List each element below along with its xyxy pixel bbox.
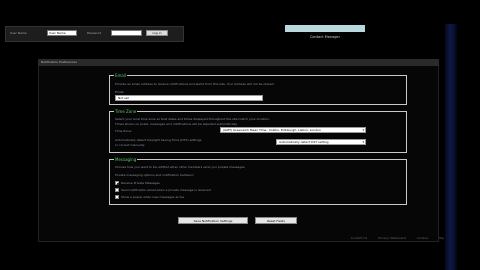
chevron-down-icon: ▾: [362, 128, 364, 132]
chevron-down-icon: ▾: [362, 140, 364, 144]
timezone-value: (GMT) Greenwich Mean Time : Dublin, Edin…: [223, 128, 321, 132]
option-checkbox-0[interactable]: [115, 181, 119, 185]
login-button[interactable]: Log in: [146, 30, 168, 36]
login-bar: User Name User Name Password Log in: [5, 26, 184, 42]
timezone-section: Time Zone Select your local time zone so…: [109, 109, 407, 153]
save-button[interactable]: Save Notification Settings: [178, 217, 248, 224]
option-label-2: Show a popup when new messages arrive: [121, 195, 185, 199]
settings-panel: Email Provide an email address to receiv…: [38, 66, 439, 242]
dst-select[interactable]: Automatically detect DST setting ▾: [276, 139, 366, 145]
username-label: User Name: [10, 31, 27, 35]
footer-links: Contact Us Privacy Statement Archive Top: [341, 236, 444, 240]
email-legend: Email: [114, 73, 128, 78]
timezone-description-2: Times shown on posts, messages and notif…: [115, 122, 238, 126]
dst-value: Automatically detect DST setting: [279, 140, 329, 144]
dst-text: Automatically detect Daylight Saving Tim…: [115, 138, 202, 142]
contact-manager-link[interactable]: Contact Manager: [285, 35, 365, 39]
option-checkbox-1[interactable]: [115, 188, 119, 192]
footer-link-archive[interactable]: Archive: [417, 236, 428, 240]
password-label: Password: [87, 31, 102, 35]
messaging-sub-description: Private messaging options and notificati…: [115, 173, 195, 177]
password-input[interactable]: [111, 30, 142, 36]
sidebar-stripe: [445, 24, 457, 270]
messaging-legend: Messaging: [114, 157, 138, 162]
reset-button[interactable]: Reset Fields: [255, 217, 297, 224]
messaging-section: Messaging Choose how you want to be noti…: [109, 157, 407, 205]
username-input[interactable]: User Name: [47, 30, 77, 36]
timezone-label: Time Zone:: [115, 129, 132, 133]
footer-link-top[interactable]: Top: [439, 236, 444, 240]
email-input[interactable]: Not set: [115, 95, 263, 101]
option-checkbox-2[interactable]: [115, 195, 119, 199]
footer-link-contact[interactable]: Contact Us: [351, 236, 367, 240]
email-section: Email Provide an email address to receiv…: [109, 73, 407, 105]
email-description: Provide an email address to receive noti…: [115, 82, 275, 86]
panel-header: Notification Preferences: [38, 59, 439, 66]
messaging-description: Choose how you want to be notified when …: [115, 165, 246, 169]
timezone-select[interactable]: (GMT) Greenwich Mean Time : Dublin, Edin…: [220, 127, 366, 133]
timezone-legend: Time Zone: [114, 109, 138, 114]
timezone-description: Select your local time zone so that date…: [115, 117, 270, 121]
option-label-0: Receive Private Messages: [121, 181, 160, 185]
top-link-box[interactable]: [285, 25, 365, 32]
footer-link-privacy[interactable]: Privacy Statement: [378, 236, 406, 240]
dst-text-2: or correct manually:: [115, 143, 146, 147]
option-label-1: Send notification email when a private m…: [121, 188, 211, 192]
email-label: Email:: [115, 90, 125, 94]
